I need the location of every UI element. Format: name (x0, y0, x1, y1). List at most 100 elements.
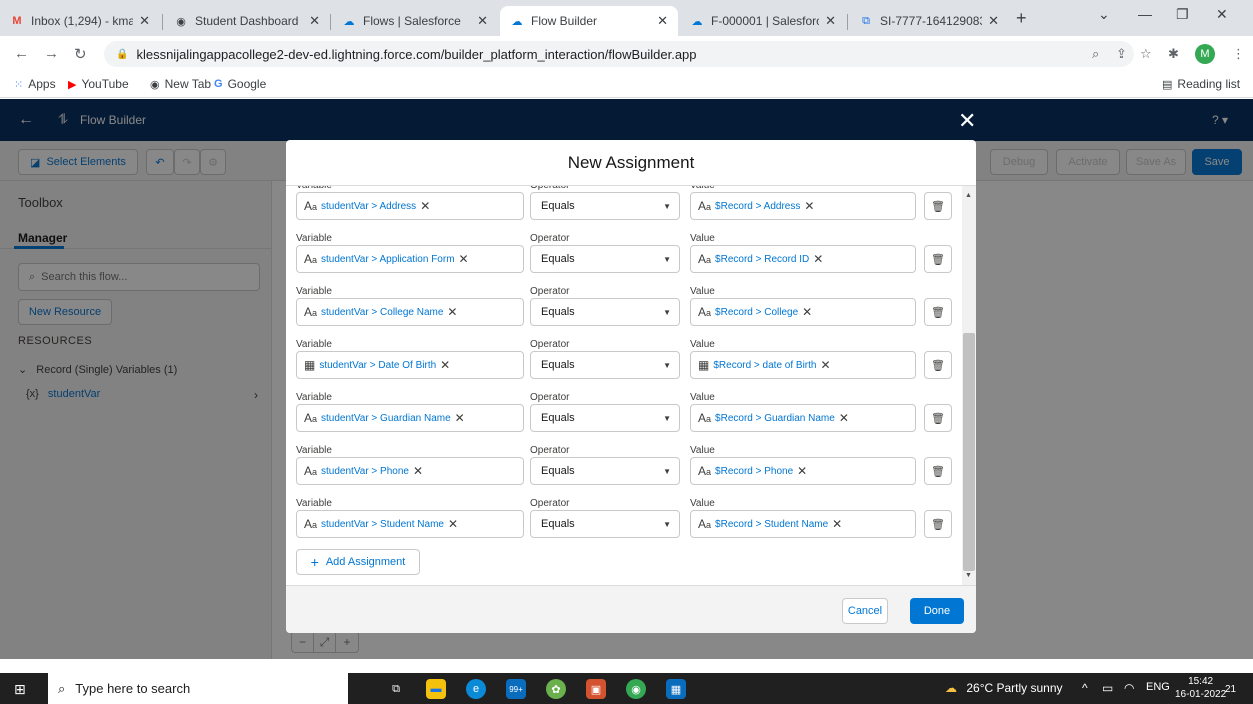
operator-select[interactable]: Equals ▼ (530, 510, 680, 538)
battery-icon[interactable]: ▭ (1102, 681, 1113, 695)
value-label: Value (690, 392, 715, 403)
close-icon[interactable]: ✕ (657, 13, 668, 29)
variable-field[interactable]: Aa studentVar > Address ✕ (296, 192, 524, 220)
remove-icon[interactable]: ✕ (448, 517, 458, 531)
variable-field[interactable]: Aa studentVar > College Name ✕ (296, 298, 524, 326)
value-field[interactable]: Aa $Record > Guardian Name ✕ (690, 404, 916, 432)
language-indicator[interactable]: ENG (1146, 681, 1170, 693)
remove-icon[interactable]: ✕ (802, 305, 812, 319)
close-icon[interactable]: ✕ (309, 13, 320, 29)
close-icon[interactable]: ✕ (139, 13, 150, 29)
operator-select[interactable]: Equals ▼ (530, 245, 680, 273)
file-explorer-icon[interactable]: ▬ (426, 679, 446, 699)
delete-row-button[interactable]: 🗑 (924, 192, 952, 220)
profile-avatar[interactable]: M (1195, 44, 1215, 64)
reading-list[interactable]: ▤ Reading list (1162, 77, 1240, 91)
done-button[interactable]: Done (910, 598, 964, 624)
url-field[interactable]: 🔒 klessnijalingappacollege2-dev-ed.light… (104, 41, 1134, 67)
close-icon[interactable]: ✕ (958, 108, 976, 134)
bookmark-youtube[interactable]: ▶ YouTube (68, 77, 129, 91)
add-assignment-button[interactable]: + Add Assignment (296, 549, 420, 575)
cancel-button[interactable]: Cancel (842, 598, 888, 624)
variable-field[interactable]: Aa studentVar > Guardian Name ✕ (296, 404, 524, 432)
tab-student-dashboard[interactable]: ◉ Student Dashboard ✕ (164, 6, 330, 36)
tab-search-icon[interactable]: ⌄ (1098, 6, 1110, 23)
tab-si-7777[interactable]: ⧉ SI-7777-1641290836 ✕ (849, 6, 1009, 36)
remove-icon[interactable]: ✕ (447, 305, 457, 319)
window-close-icon[interactable]: ✕ (1216, 6, 1228, 23)
scroll-up-icon[interactable]: ▲ (965, 192, 972, 199)
office-icon[interactable]: ▣ (586, 679, 606, 699)
windows-start-icon[interactable]: ⊞ (14, 681, 26, 698)
tab-flow-builder[interactable]: ☁ Flow Builder ✕ (500, 6, 678, 36)
bookmark-apps[interactable]: ⁙ Apps (14, 77, 56, 91)
restore-icon[interactable]: ❐ (1176, 6, 1189, 23)
value-field[interactable]: Aa $Record > Address ✕ (690, 192, 916, 220)
scrollbar-thumb[interactable] (963, 333, 975, 571)
remove-icon[interactable]: ✕ (813, 252, 823, 266)
minimize-icon[interactable]: — (1138, 6, 1152, 22)
tab-f-000001[interactable]: ☁ F-000001 | Salesforce ✕ (680, 6, 846, 36)
zoom-icon[interactable]: ⌕ (1092, 46, 1099, 62)
remove-icon[interactable]: ✕ (820, 358, 830, 372)
delete-row-button[interactable]: 🗑 (924, 351, 952, 379)
remove-icon[interactable]: ✕ (459, 252, 469, 266)
remove-icon[interactable]: ✕ (804, 199, 814, 213)
chrome-icon[interactable]: ◉ (626, 679, 646, 699)
variable-field[interactable]: ▦ studentVar > Date Of Birth ✕ (296, 351, 524, 379)
remove-icon[interactable]: ✕ (839, 411, 849, 425)
value-field[interactable]: Aa $Record > Phone ✕ (690, 457, 916, 485)
variable-field[interactable]: Aa studentVar > Phone ✕ (296, 457, 524, 485)
remove-icon[interactable]: ✕ (413, 464, 423, 478)
store-icon[interactable]: 99+ (506, 679, 526, 699)
reading-list-icon: ▤ (1162, 78, 1173, 91)
remove-icon[interactable]: ✕ (455, 411, 465, 425)
operator-select[interactable]: Equals ▼ (530, 192, 680, 220)
calculator-icon[interactable]: ▦ (666, 679, 686, 699)
back-arrow-icon[interactable]: ← (14, 45, 29, 62)
close-icon[interactable]: ✕ (988, 13, 999, 29)
task-view-icon[interactable]: ⧉ (386, 679, 406, 699)
variable-field[interactable]: Aa studentVar > Student Name ✕ (296, 510, 524, 538)
tab-flows-salesforce[interactable]: ☁ Flows | Salesforce ✕ (332, 6, 498, 36)
remove-icon[interactable]: ✕ (832, 517, 842, 531)
share-icon[interactable]: ⇪ (1116, 46, 1127, 62)
delete-row-button[interactable]: 🗑 (924, 404, 952, 432)
value-field[interactable]: ▦ $Record > date of Birth ✕ (690, 351, 916, 379)
wifi-icon[interactable]: ◠ (1124, 681, 1134, 695)
operator-select[interactable]: Equals ▼ (530, 298, 680, 326)
delete-row-button[interactable]: 🗑 (924, 457, 952, 485)
star-icon[interactable]: ☆ (1140, 46, 1152, 62)
forward-arrow-icon[interactable]: → (44, 45, 59, 62)
close-icon[interactable]: ✕ (477, 13, 488, 29)
bookmark-new-tab[interactable]: ◉ New Tab (150, 77, 211, 91)
value-field[interactable]: Aa $Record > College ✕ (690, 298, 916, 326)
value-field[interactable]: Aa $Record > Record ID ✕ (690, 245, 916, 273)
app-icon[interactable]: ✿ (546, 679, 566, 699)
taskbar-search-input[interactable]: ⌕ Type here to search (48, 673, 348, 704)
operator-select[interactable]: Equals ▼ (530, 404, 680, 432)
variable-field[interactable]: Aa studentVar > Application Form ✕ (296, 245, 524, 273)
operator-select[interactable]: Equals ▼ (530, 457, 680, 485)
tray-chevron-icon[interactable]: ^ (1082, 681, 1088, 695)
weather-widget[interactable]: ☁ 26°C Partly sunny (945, 681, 1063, 695)
delete-row-button[interactable]: 🗑 (924, 510, 952, 538)
bookmark-google[interactable]: G Google (214, 77, 266, 91)
delete-row-button[interactable]: 🗑 (924, 298, 952, 326)
remove-icon[interactable]: ✕ (797, 464, 807, 478)
delete-row-button[interactable]: 🗑 (924, 245, 952, 273)
clock[interactable]: 15:42 16-01-2022 (1175, 675, 1226, 701)
tab-gmail[interactable]: M Inbox (1,294) - kmanis ✕ (0, 6, 160, 36)
new-tab-button[interactable]: + (1016, 8, 1027, 29)
extensions-icon[interactable]: ✱ (1168, 46, 1179, 62)
menu-icon[interactable]: ⋮ (1232, 46, 1245, 62)
value-field[interactable]: Aa $Record > Student Name ✕ (690, 510, 916, 538)
remove-icon[interactable]: ✕ (420, 199, 430, 213)
notification-icon[interactable]: 21 (1225, 681, 1236, 695)
reload-icon[interactable]: ↻ (74, 45, 87, 63)
scroll-down-icon[interactable]: ▼ (965, 572, 972, 579)
edge-icon[interactable]: e (466, 679, 486, 699)
operator-select[interactable]: Equals ▼ (530, 351, 680, 379)
close-icon[interactable]: ✕ (825, 13, 836, 29)
remove-icon[interactable]: ✕ (440, 358, 450, 372)
